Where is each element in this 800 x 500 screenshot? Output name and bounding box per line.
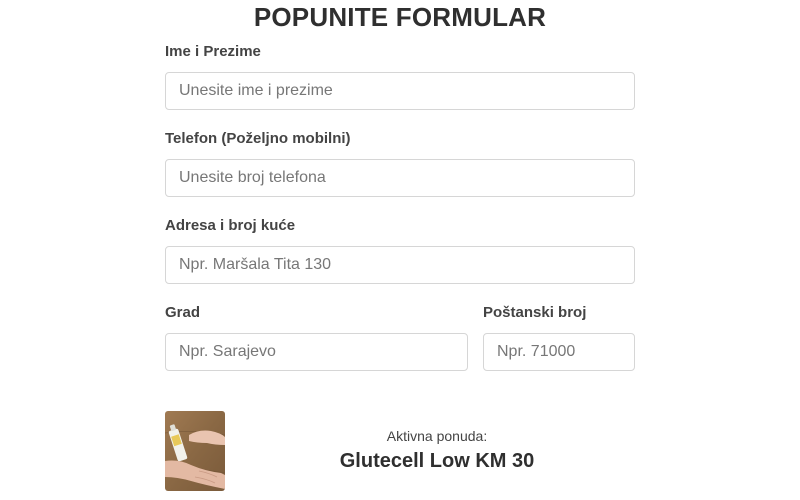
product-image [165, 411, 225, 491]
product-photo-icon [165, 411, 225, 491]
form-title: POPUNITE FORMULAR [253, 2, 547, 32]
name-label: Ime i Prezime [165, 43, 261, 60]
city-label: Grad [165, 304, 201, 321]
postal-code-input[interactable] [483, 333, 635, 371]
city-input[interactable] [165, 333, 468, 371]
address-label: Adresa i broj kuće [165, 217, 296, 234]
name-input[interactable] [165, 72, 635, 110]
offer-product-name: Glutecell Low KM 30 [339, 450, 535, 472]
postal-code-label: Poštanski broj [483, 304, 587, 321]
phone-label: Telefon (Poželjno mobilni) [165, 130, 351, 147]
phone-input[interactable] [165, 159, 635, 197]
offer-caption: Aktivna ponuda: [386, 428, 488, 444]
address-input[interactable] [165, 246, 635, 284]
